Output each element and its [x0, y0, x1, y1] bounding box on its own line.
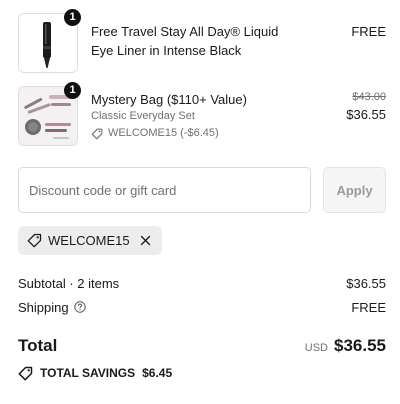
applied-code-label: WELCOME15	[48, 233, 130, 248]
line-item: 1 Free Travel Stay All Day® Liquid Eye L…	[18, 9, 386, 73]
total-savings-value: $6.45	[142, 366, 173, 380]
shipping-value: FREE	[351, 299, 386, 315]
subtotal-row: Subtotal · 2 items $36.55	[18, 274, 386, 292]
item-original-price: $43.00	[352, 91, 386, 103]
discount-code-input[interactable]	[18, 167, 311, 213]
shipping-help-button[interactable]	[73, 301, 86, 313]
item-discount: WELCOME15 (-$6.45)	[91, 126, 301, 141]
total-label: Total	[18, 336, 58, 355]
item-title: Free Travel Stay All Day® Liquid Eye Lin…	[91, 24, 279, 58]
item-variant: Classic Everyday Set	[91, 110, 195, 122]
subtotal-label: Subtotal · 2 items	[18, 275, 120, 291]
item-price: $43.00 $36.55	[346, 90, 386, 124]
close-icon	[140, 235, 151, 246]
tag-icon	[18, 366, 33, 380]
total-row: Total USD $36.55	[18, 334, 386, 358]
shipping-label-wrap: Shipping	[18, 300, 86, 315]
subtotal-value: $36.55	[346, 275, 386, 291]
shipping-row: Shipping FREE	[18, 298, 386, 316]
quantity-badge: 1	[64, 82, 81, 99]
applied-discount-chip: WELCOME15	[18, 226, 162, 255]
shipping-label: Shipping	[18, 299, 69, 315]
line-item: 1 Mystery Bag ($110+ Value) Classic Ever…	[18, 82, 386, 146]
item-price-value: FREE	[351, 24, 386, 39]
tag-icon	[27, 233, 42, 248]
tag-icon	[91, 128, 103, 139]
discount-form: Apply	[18, 167, 386, 213]
apply-button[interactable]: Apply	[323, 167, 386, 213]
total-amount-wrap: USD $36.55	[305, 336, 386, 356]
item-info: Free Travel Stay All Day® Liquid Eye Lin…	[91, 13, 301, 60]
item-price: FREE	[351, 22, 386, 41]
item-title: Mystery Bag ($110+ Value)	[91, 92, 247, 107]
quantity-badge: 1	[64, 9, 81, 26]
item-price-value: $36.55	[346, 107, 386, 122]
total-savings: TOTAL SAVINGS $6.45	[18, 364, 172, 382]
total-amount: $36.55	[334, 336, 386, 355]
remove-discount-button[interactable]	[139, 234, 153, 248]
total-savings-label: TOTAL SAVINGS	[40, 366, 136, 380]
question-circle-icon	[73, 301, 86, 313]
currency-code: USD	[304, 342, 328, 354]
item-info: Mystery Bag ($110+ Value) Classic Everyd…	[91, 86, 301, 141]
item-discount-label: WELCOME15 (-$6.45)	[108, 127, 219, 139]
